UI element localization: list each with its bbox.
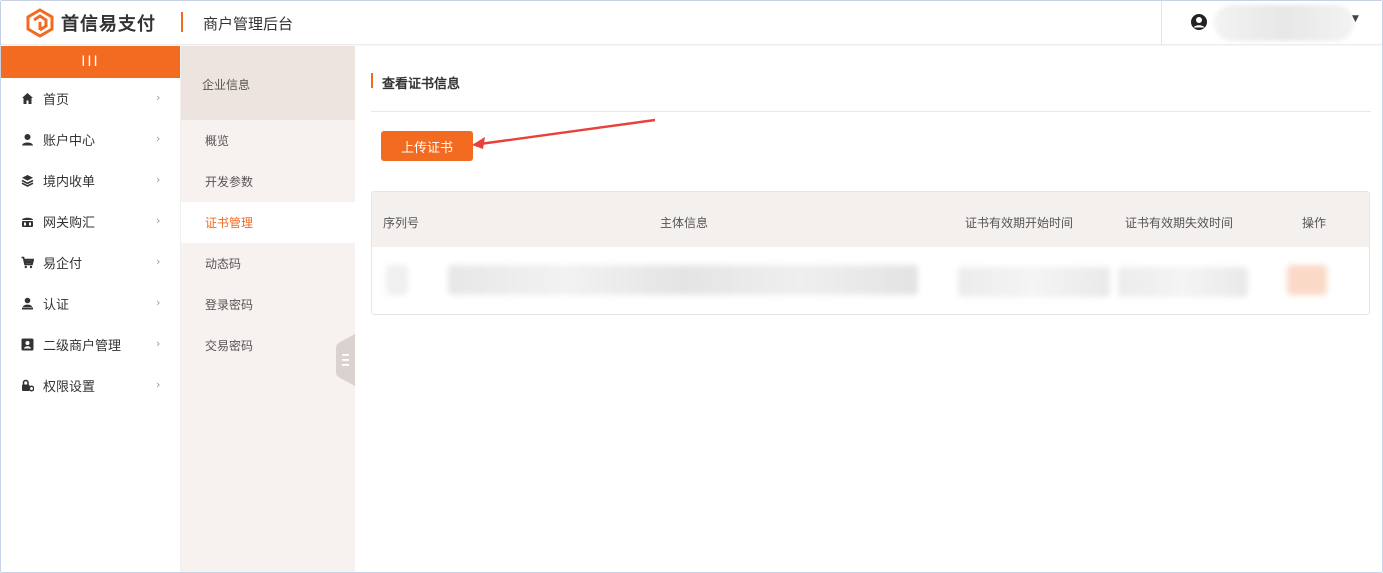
submenu-item-dev-params[interactable]: 开发参数	[181, 161, 355, 202]
chevron-right-icon: ›	[156, 255, 161, 268]
cart-icon	[20, 256, 34, 270]
submenu-item-trade-password[interactable]: 交易密码	[181, 325, 355, 366]
chevron-right-icon: ›	[156, 337, 161, 350]
chevron-right-icon: ›	[156, 173, 161, 186]
column-header-serial: 序列号	[383, 216, 420, 230]
user-icon	[20, 133, 34, 147]
header-divider	[181, 12, 183, 32]
sidebar-item-gateway-fx[interactable]: 网关购汇 ›	[1, 201, 180, 242]
sidebar-item-label: 权限设置	[43, 380, 96, 395]
caret-down-icon[interactable]: ▼	[1352, 14, 1359, 24]
chevron-right-icon: ›	[156, 132, 161, 145]
submenu-item-overview[interactable]: 概览	[181, 120, 355, 161]
column-header-actions: 操作	[1302, 216, 1327, 230]
sidebar-item-domestic-acquiring[interactable]: 境内收单 ›	[1, 160, 180, 201]
sidebar-item-label: 网关购汇	[43, 216, 96, 231]
submenu-heading: 企业信息	[181, 46, 355, 120]
top-header: 首信易支付 商户管理后台 ▼	[1, 1, 1382, 45]
sidebar-item-label: 首页	[43, 93, 70, 108]
lock-gear-icon	[20, 379, 34, 393]
chevron-right-icon: ›	[156, 214, 161, 227]
person-badge-icon	[20, 297, 34, 311]
submenu-item-login-password[interactable]: 登录密码	[181, 284, 355, 325]
chevron-right-icon: ›	[156, 296, 161, 309]
user-name-redacted	[1214, 5, 1354, 41]
sidebar-item-yiqifu[interactable]: 易企付 ›	[1, 242, 180, 283]
sidebar-item-home[interactable]: 首页 ›	[1, 78, 180, 119]
sidebar-item-label: 账户中心	[43, 134, 96, 149]
upload-certificate-button[interactable]: 上传证书	[381, 131, 473, 161]
redacted-cell-valid-from	[958, 267, 1110, 297]
brand-logo[interactable]: 首信易支付	[25, 8, 156, 38]
page-header: 查看证书信息	[371, 70, 1371, 112]
submenu-collapse-handle[interactable]	[336, 334, 355, 386]
submenu-item-dynamic-code[interactable]: 动态码	[181, 243, 355, 284]
page-title: 查看证书信息	[382, 77, 461, 92]
column-header-subject: 主体信息	[660, 216, 709, 230]
table-header: 序列号 主体信息 证书有效期开始时间 证书有效期失效时间 操作	[372, 192, 1369, 247]
sidebar-item-label: 易企付	[43, 257, 83, 272]
user-circle-icon	[1191, 14, 1207, 30]
chevron-right-icon: ›	[156, 378, 161, 391]
table-row	[372, 247, 1369, 314]
submenu-item-certificates[interactable]: 证书管理	[181, 202, 355, 243]
bank-icon	[20, 215, 34, 229]
main-sidebar: III 首页 › 账户中心 › 境内收单 › 网关购汇 › 易企付 › 认证 ›…	[1, 46, 181, 572]
brand-name: 首信易支付	[61, 14, 156, 35]
title-accent-bar	[371, 73, 373, 88]
sidebar-toggle-button[interactable]: III	[1, 46, 180, 78]
column-header-valid-from: 证书有效期开始时间	[965, 216, 1074, 230]
user-menu[interactable]: ▼	[1161, 1, 1382, 45]
sidebar-item-account[interactable]: 账户中心 ›	[1, 119, 180, 160]
id-card-icon	[20, 338, 34, 352]
redacted-cell-subject	[448, 265, 918, 295]
sidebar-item-permissions[interactable]: 权限设置 ›	[1, 365, 180, 406]
column-header-valid-to: 证书有效期失效时间	[1125, 216, 1234, 230]
sidebar-item-sub-merchant[interactable]: 二级商户管理 ›	[1, 324, 180, 365]
secondary-menu: 企业信息 概览 开发参数 证书管理 动态码 登录密码 交易密码	[181, 46, 355, 572]
app-subtitle: 商户管理后台	[203, 15, 294, 33]
sidebar-item-label: 二级商户管理	[43, 339, 122, 354]
brand-logo-icon	[26, 8, 54, 38]
annotation-arrow	[472, 118, 655, 149]
certificate-table: 序列号 主体信息 证书有效期开始时间 证书有效期失效时间 操作	[371, 191, 1370, 315]
sidebar-item-label: 认证	[43, 298, 70, 313]
redacted-cell-valid-to	[1118, 267, 1248, 297]
layers-icon	[20, 174, 34, 188]
sidebar-item-label: 境内收单	[43, 175, 96, 190]
redacted-cell-serial	[386, 265, 408, 295]
home-icon	[20, 92, 34, 106]
chevron-right-icon: ›	[156, 91, 161, 104]
sidebar-item-certification[interactable]: 认证 ›	[1, 283, 180, 324]
redacted-cell-action-button[interactable]	[1287, 265, 1327, 295]
